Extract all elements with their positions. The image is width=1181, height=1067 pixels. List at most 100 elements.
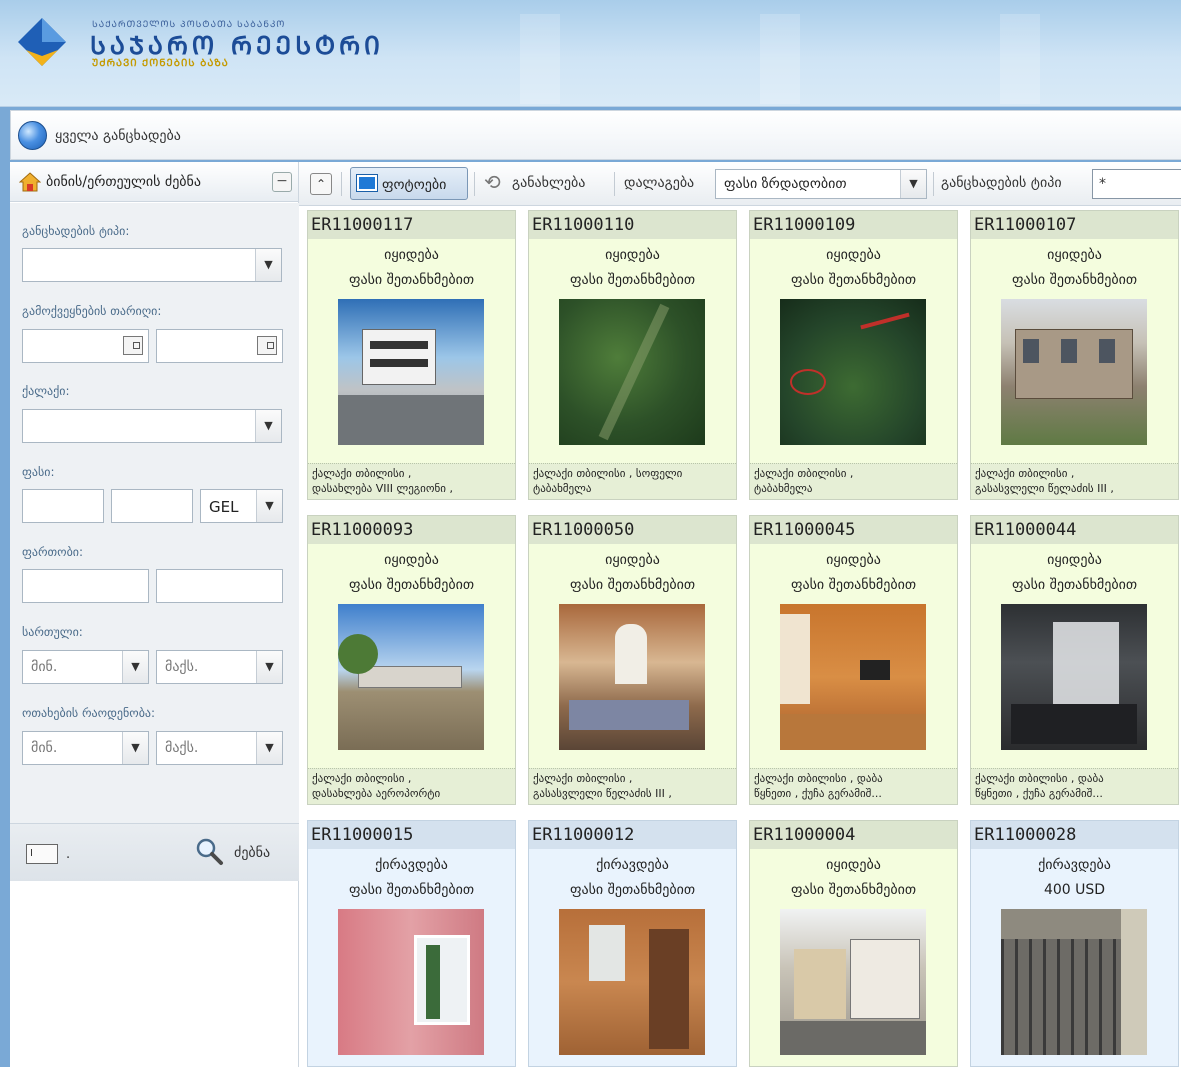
listing-photo[interactable] (338, 604, 484, 750)
currency-select[interactable]: GEL ▼ (200, 489, 283, 523)
listing-photo[interactable] (1001, 604, 1147, 750)
listing-code[interactable]: ER11000028 (971, 821, 1178, 849)
city-select[interactable]: ▼ (22, 409, 282, 443)
listing-card[interactable]: ER11000110 იყიდება ფასი შეთანხმებით ქალა… (528, 210, 737, 500)
listing-address: ქალაქი თბილისი , დაბა წყნეთი , ქუჩა გერა… (750, 768, 957, 804)
listing-price: ფასი შეთანხმებით (790, 272, 917, 288)
calendar-icon[interactable] (257, 336, 277, 355)
listing-photo[interactable] (1001, 299, 1147, 445)
search-button[interactable]: ძებნა (234, 845, 270, 861)
chevron-down-icon: ▼ (256, 732, 282, 764)
sort-select[interactable]: ფასი ზრდადობით ▼ (715, 169, 927, 199)
listing-code[interactable]: ER11000050 (529, 516, 736, 544)
listing-photo[interactable] (338, 299, 484, 445)
listing-card[interactable]: ER11000050 იყიდება ფასი შეთანხმებით ქალა… (528, 515, 737, 805)
listing-card[interactable]: ER11000117 იყიდება ფასი შეთანხმებით ქალა… (307, 210, 516, 500)
sort-value: ფასი ზრდადობით (724, 176, 847, 192)
listing-address: ქალაქი თბილისი , დასახლება აეროპორტი (308, 768, 515, 804)
listing-code[interactable]: ER11000004 (750, 821, 957, 849)
listing-photo[interactable] (559, 299, 705, 445)
listing-card[interactable]: ER11000004 იყიდება ფასი შეთანხმებით (749, 820, 958, 1067)
listing-card[interactable]: ER11000015 ქირავდება ფასი შეთანხმებით (307, 820, 516, 1067)
floor-min-select[interactable]: მინ. ▼ (22, 650, 149, 684)
chevron-down-icon: ▼ (256, 490, 282, 522)
type-select[interactable]: ▼ (22, 248, 282, 282)
listing-code[interactable]: ER11000044 (971, 516, 1178, 544)
listing-type: იყიდება (605, 247, 660, 263)
listing-price: ფასი შეთანხმებით (790, 882, 917, 898)
listing-code[interactable]: ER11000093 (308, 516, 515, 544)
floor-max-select[interactable]: მაქს. ▼ (156, 650, 283, 684)
listing-photo[interactable] (559, 604, 705, 750)
toolbar-divider (614, 172, 615, 196)
address-line: გასასვლელი წელაძის III , (975, 482, 1114, 495)
scroll-top-button[interactable]: ⌃ (310, 173, 332, 195)
listing-code[interactable]: ER11000015 (308, 821, 515, 849)
logo-icon[interactable] (12, 12, 72, 72)
date-from-input[interactable] (22, 329, 149, 363)
listing-price: 400 USD (1043, 882, 1106, 898)
listing-type: იყიდება (826, 552, 881, 568)
address-line: დასახლება აეროპორტი (312, 787, 441, 800)
listing-photo[interactable] (559, 909, 705, 1055)
floor-min-value: მინ. (31, 659, 58, 675)
refresh-icon[interactable]: ⟲ (484, 170, 508, 194)
rooms-max-select[interactable]: მაქს. ▼ (156, 731, 283, 765)
address-line: ტაბახმელა (533, 482, 592, 495)
listing-photo[interactable] (1001, 909, 1147, 1055)
listing-card[interactable]: ER11000107 იყიდება ფასი შეთანხმებით ქალა… (970, 210, 1179, 500)
listing-code[interactable]: ER11000117 (308, 211, 515, 239)
calendar-icon[interactable] (123, 336, 143, 355)
rooms-min-select[interactable]: მინ. ▼ (22, 731, 149, 765)
photos-view-button[interactable]: ფოტოები (350, 167, 468, 200)
chevron-down-icon: ▼ (122, 651, 148, 683)
listing-card[interactable]: ER11000012 ქირავდება ფასი შეთანხმებით (528, 820, 737, 1067)
price-to-input[interactable] (111, 489, 193, 523)
listing-type: ქირავდება (1038, 857, 1111, 873)
collapse-button[interactable]: − (272, 172, 292, 192)
all-listings-link[interactable]: ყველა განცხადება (55, 128, 181, 144)
listing-card[interactable]: ER11000109 იყიდება ფასი შეთანხმებით ქალა… (749, 210, 958, 500)
area-from-input[interactable] (22, 569, 149, 603)
toolbar-divider (341, 172, 342, 196)
listing-photo[interactable] (338, 909, 484, 1055)
chevron-down-icon: ▼ (255, 249, 281, 281)
floor-label: სართული: (22, 625, 83, 639)
listing-card[interactable]: ER11000093 იყიდება ფასი შეთანხმებით ქალა… (307, 515, 516, 805)
listing-type: იყიდება (1047, 552, 1102, 568)
listing-code[interactable]: ER11000045 (750, 516, 957, 544)
listing-type: იყიდება (605, 552, 660, 568)
listing-price: ფასი შეთანხმებით (569, 882, 696, 898)
address-line: ქალაქი თბილისი , სოფელი (533, 467, 683, 480)
listing-card[interactable]: ER11000044 იყიდება ფასი შეთანხმებით ქალა… (970, 515, 1179, 805)
refresh-button[interactable]: განახლება (512, 175, 585, 191)
listing-photo[interactable] (780, 604, 926, 750)
listing-price: ფასი შეთანხმებით (1011, 272, 1138, 288)
listing-address: ქალაქი თბილისი , გასასვლელი წელაძის III … (971, 463, 1178, 499)
address-line: ქალაქი თბილისი , (975, 467, 1075, 480)
listing-price: ფასი შეთანხმებით (348, 272, 475, 288)
listing-card[interactable]: ER11000045 იყიდება ფასი შეთანხმებით ქალა… (749, 515, 958, 805)
listing-code[interactable]: ER11000012 (529, 821, 736, 849)
listing-code[interactable]: ER11000107 (971, 211, 1178, 239)
area-to-input[interactable] (156, 569, 283, 603)
listing-address: ქალაქი თბილისი , გასასვლელი წელაძის III … (529, 768, 736, 804)
date-to-input[interactable] (156, 329, 283, 363)
header-decoration (760, 14, 800, 104)
price-from-input[interactable] (22, 489, 104, 523)
search-icon[interactable] (194, 836, 224, 866)
listing-code[interactable]: ER11000109 (750, 211, 957, 239)
listing-card[interactable]: ER11000028 ქირავდება 400 USD (970, 820, 1179, 1067)
listing-photo[interactable] (780, 909, 926, 1055)
chevron-down-icon: ▼ (900, 170, 926, 198)
listing-address: ქალაქი თბილისი , სოფელი ტაბახმელა (529, 463, 736, 499)
listing-type: იყიდება (1047, 247, 1102, 263)
listing-photo[interactable] (780, 299, 926, 445)
header-decoration (1000, 14, 1040, 104)
search-actions: I . ძებნა (10, 823, 299, 881)
address-line: დასახლება VIII ლეგიონი , (312, 482, 453, 495)
listing-code[interactable]: ER11000110 (529, 211, 736, 239)
site-header: ᲡᲐᲥᲐᲠᲗᲕᲔᲚᲝᲡ ᲞᲝᲡᲢᲐᲗᲐ ᲡᲐᲑᲐᲜᲙᲝ ᲡᲐᲯᲐᲠᲝ ᲠᲔᲔᲡᲢ… (0, 0, 1181, 107)
type-filter-input[interactable]: * (1092, 169, 1181, 199)
keyboard-icon[interactable]: I (26, 844, 58, 864)
